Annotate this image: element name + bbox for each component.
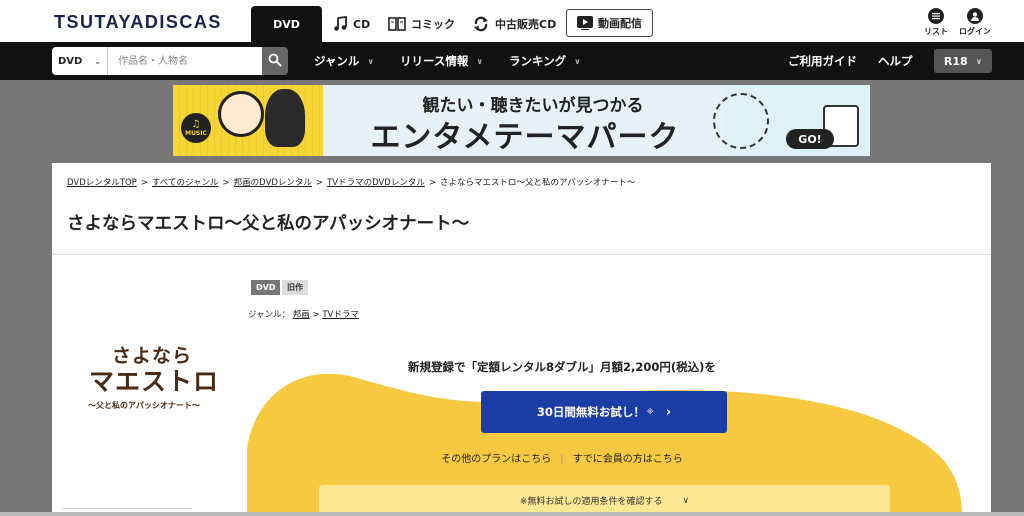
login-button[interactable]: ログイン (959, 8, 991, 37)
genre-line: ジャンル： 邦画 > TVドラマ (248, 308, 359, 320)
recycle-icon (472, 15, 490, 33)
music-note-icon: ♫ (191, 119, 201, 130)
site-logo[interactable]: TSUTAYADISCAS (54, 12, 222, 33)
global-nav: DVD ⌄ ジャンル ∨ リリース情報 ∨ ランキング ∨ ご利用ガイド ヘルプ R1… (0, 42, 1024, 80)
nav-ranking[interactable]: ランキング ∨ (509, 42, 581, 80)
breadcrumb-tv-drama[interactable]: TVドラマのDVDレンタル (327, 178, 425, 188)
nav-genre-label: ジャンル (314, 54, 360, 68)
list-button[interactable]: リスト (920, 8, 952, 37)
music-note-icon (332, 16, 348, 32)
nav-guide[interactable]: ご利用ガイド (788, 42, 857, 80)
chevron-down-icon: ∨ (975, 56, 983, 66)
genre-link-tv-drama[interactable]: TVドラマ (322, 310, 359, 320)
search-icon (268, 52, 282, 71)
horizontal-scrollbar[interactable] (0, 512, 1024, 516)
nav-genre[interactable]: ジャンル ∨ (314, 42, 374, 80)
plan-links: その他のプランはこちら | すでに会員の方はこちら (441, 454, 683, 465)
title-divider (52, 254, 991, 255)
top-header: TSUTAYADISCAS DVD CD コミック 中古販売CD 動画配信 リス… (0, 0, 1024, 42)
genre-prefix: ジャンル： (248, 310, 291, 320)
format-badge: DVD (251, 280, 281, 295)
banner-go-button[interactable]: GO! (786, 129, 834, 149)
free-trial-button[interactable]: 30日間無料お試し！ ※ › (481, 391, 727, 433)
headphone-girl-illustration (218, 91, 264, 137)
search-button[interactable] (262, 47, 288, 75)
status-badge: 旧作 (282, 280, 308, 295)
chevron-down-icon: ∨ (682, 495, 690, 506)
nav-help[interactable]: ヘルプ (878, 42, 913, 80)
tab-used-cd[interactable]: 中古販売CD (472, 6, 556, 42)
login-label: ログイン (959, 27, 991, 36)
breadcrumb: DVDレンタルTOP > すべてのジャンル > 邦画のDVDレンタル > TVドラマのDVD… (67, 178, 636, 188)
list-icon (928, 8, 944, 24)
breadcrumb-current: さよならマエストロ〜父と私のアパッシオナート〜 (439, 178, 636, 188)
tab-cd-label: CD (353, 17, 371, 31)
main-content: DVDレンタルTOP > すべてのジャンル > 邦画のDVDレンタル > TVドラマのDVD… (52, 163, 991, 516)
tab-comic-label: コミック (411, 18, 455, 31)
nav-release-label: リリース情報 (400, 54, 469, 68)
page-title: さよならマエストロ〜父と私のアパッシオナート〜 (67, 214, 470, 234)
tab-cd[interactable]: CD (332, 6, 370, 42)
breadcrumb-japanese-film[interactable]: 邦画のDVDレンタル (234, 178, 312, 188)
tab-comic[interactable]: コミック (388, 6, 455, 42)
chevron-down-icon: ∨ (367, 56, 374, 66)
book-icon (388, 16, 406, 32)
girl-hair-illustration (265, 89, 305, 147)
r18-label: R18 (943, 54, 968, 68)
search-bar: DVD ⌄ (52, 47, 288, 75)
chevron-down-icon: ⌄ (94, 56, 101, 66)
conditions-label: ※無料お試しの適用条件を確認する (519, 497, 663, 507)
other-plans-link[interactable]: その他のプランはこちら (441, 454, 551, 465)
nav-release[interactable]: リリース情報 ∨ (400, 42, 483, 80)
member-login-link[interactable]: すでに会員の方はこちら (573, 454, 683, 465)
free-trial-label: 30日間無料お試し！ (536, 405, 645, 419)
banner-headline: エンタメテーマパーク (370, 120, 680, 155)
tab-streaming[interactable]: 動画配信 (566, 9, 653, 37)
list-label: リスト (924, 27, 948, 36)
search-category-select[interactable]: DVD ⌄ (52, 47, 108, 75)
left-column-divider (62, 508, 192, 509)
chevron-down-icon: ∨ (476, 56, 483, 66)
jacket-title-line2: マエストロ (89, 367, 220, 396)
chevron-right-icon: › (665, 404, 672, 420)
nav-ranking-label: ランキング (509, 54, 567, 68)
music-badge-text: MUSIC (185, 130, 207, 137)
jacket-image[interactable]: さよなら マエストロ 〜父と私のアパッシオナート〜 (80, 341, 220, 421)
user-icon (967, 8, 983, 24)
genre-separator: > (312, 310, 320, 320)
search-input[interactable] (108, 47, 262, 75)
breadcrumb-dvd-top[interactable]: DVDレンタルTOP (67, 178, 137, 188)
search-category-label: DVD (58, 55, 83, 67)
tab-used-cd-label: 中古販売CD (495, 18, 557, 31)
promo-banner[interactable]: ♫ MUSIC 観たい・聴きたいが見つかる エンタメテーマパーク GO! (173, 85, 870, 156)
jacket-subtitle: 〜父と私のアパッシオナート〜 (88, 401, 200, 410)
genre-link-japanese-film[interactable]: 邦画 (293, 310, 310, 320)
offer-text: 新規登録で「定額レンタル8ダブル」月額2,200円(税込)を (408, 360, 716, 374)
r18-button[interactable]: R18 ∨ (934, 49, 992, 73)
ferris-wheel-illustration (713, 93, 769, 149)
tab-dvd-label: DVD (273, 17, 300, 31)
tab-dvd[interactable]: DVD (251, 6, 322, 42)
play-icon (577, 16, 593, 30)
tab-streaming-label: 動画配信 (598, 17, 642, 30)
chevron-down-icon: ∨ (574, 56, 581, 66)
music-badge: ♫ MUSIC (181, 113, 211, 143)
free-trial-note: ※ (646, 408, 654, 416)
breadcrumb-all-genres[interactable]: すべてのジャンル (152, 178, 219, 188)
